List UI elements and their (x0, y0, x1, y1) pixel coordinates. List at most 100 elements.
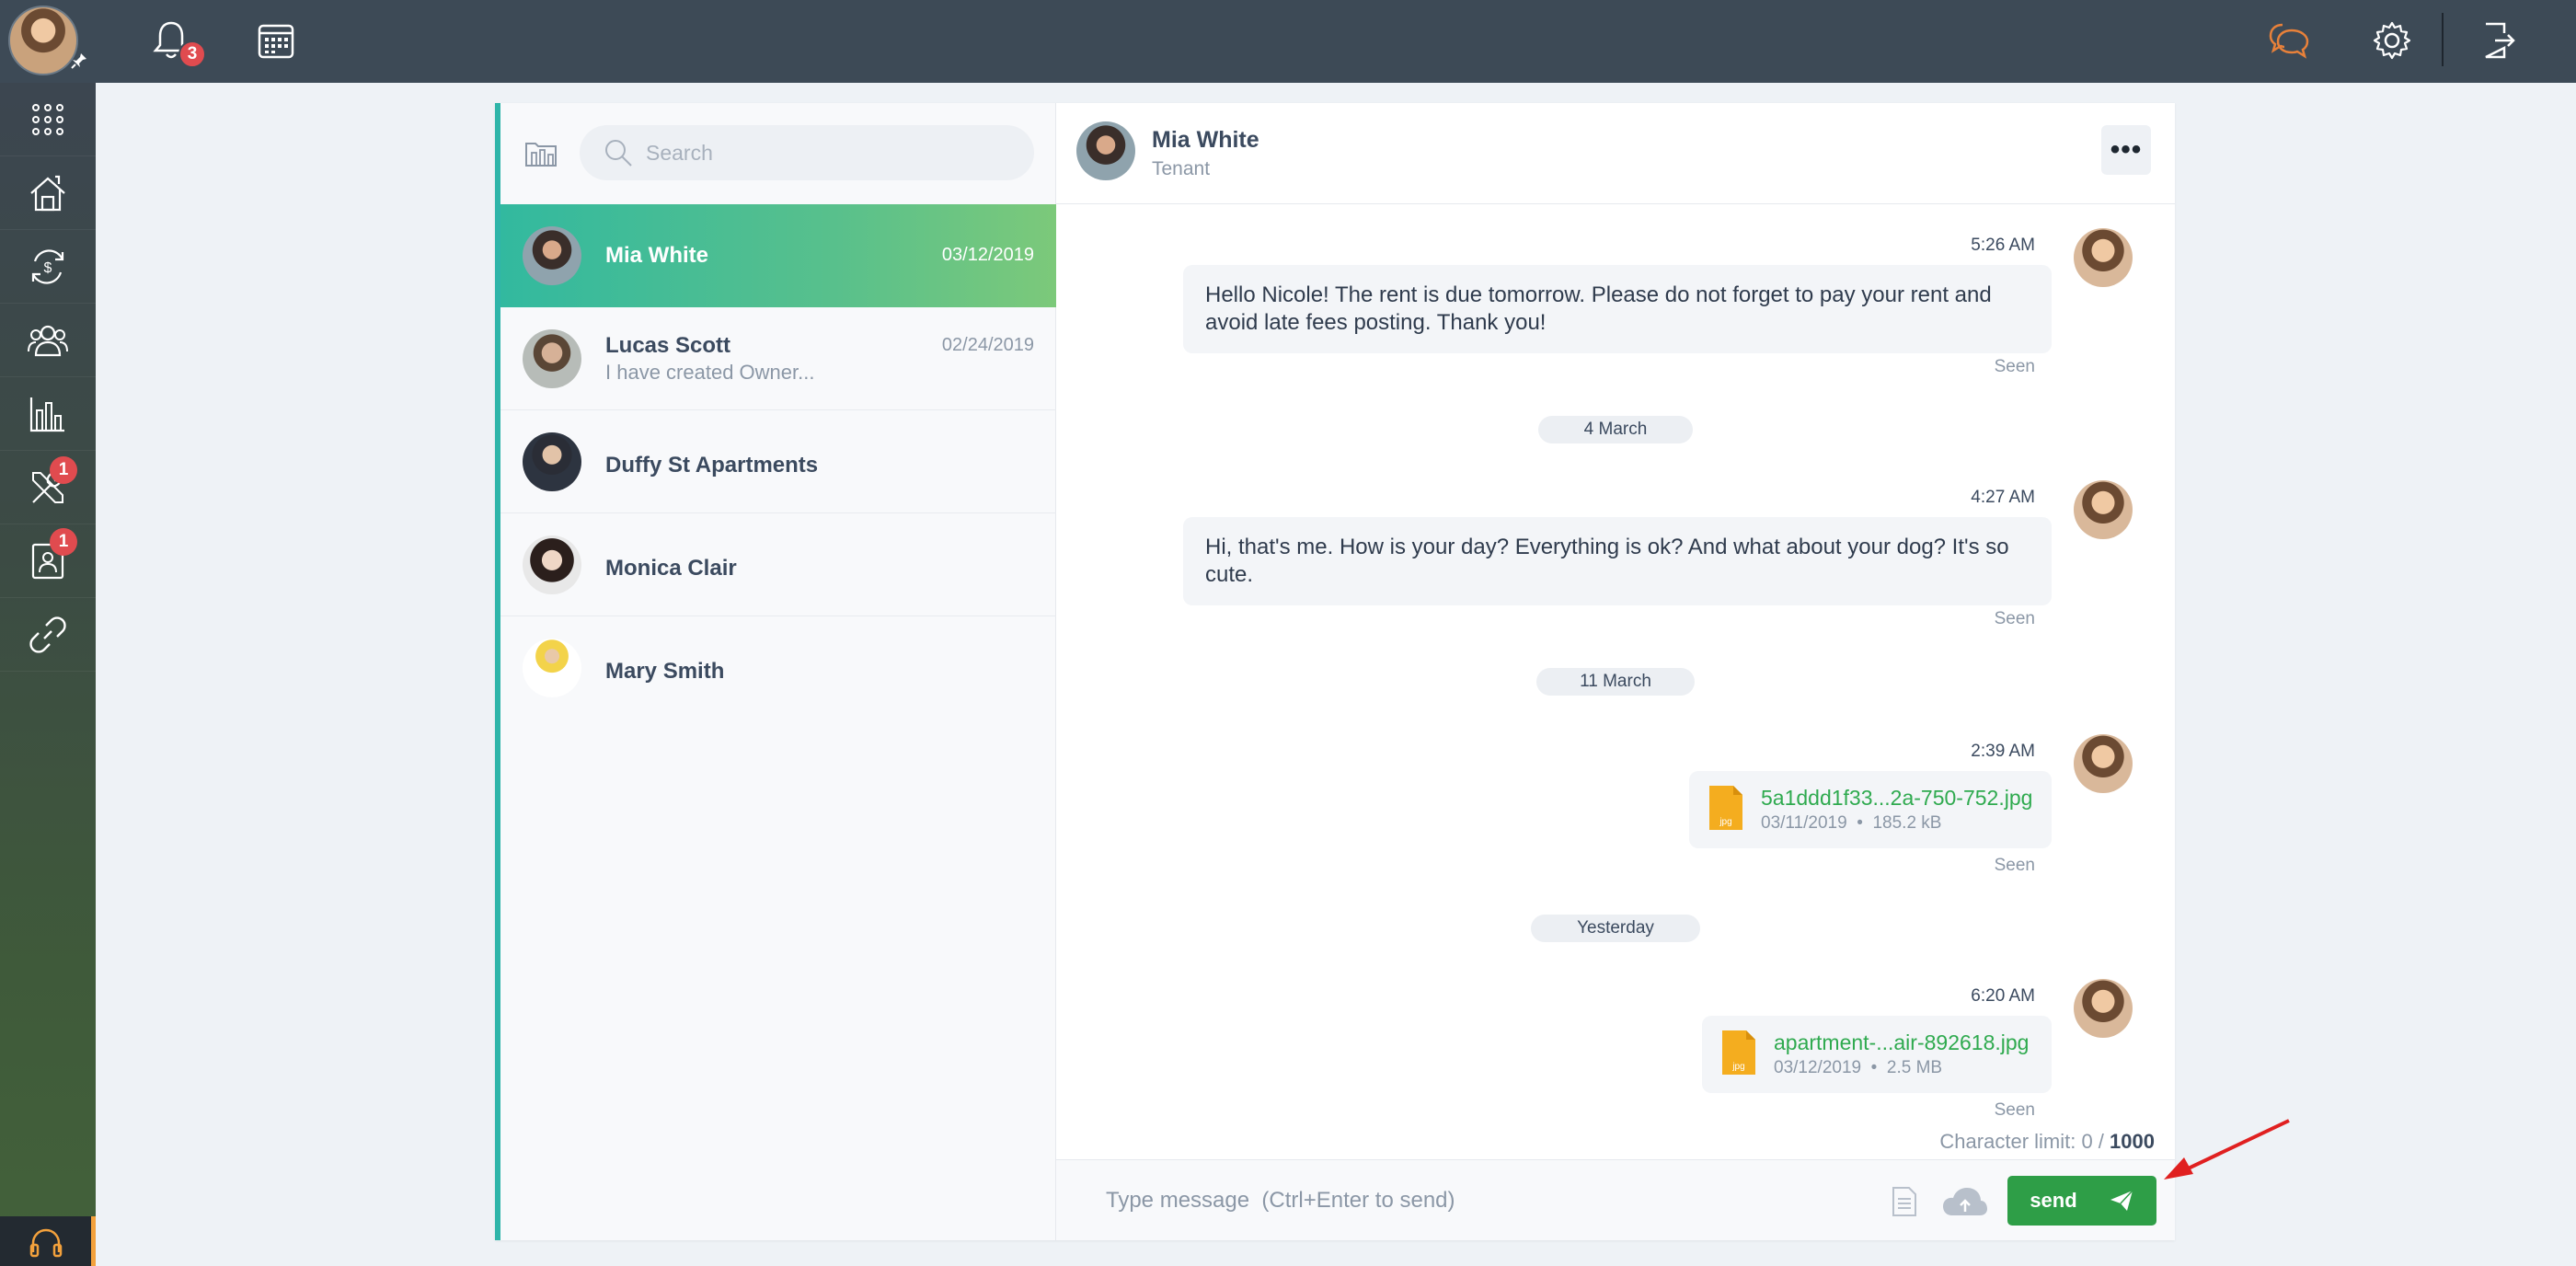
sidebar-item-reports[interactable] (0, 377, 96, 451)
file-extension: jpg (1731, 1062, 1744, 1072)
conversation-name: Lucas Scott (605, 333, 731, 358)
contact-role: Tenant (1152, 158, 1211, 179)
search-input[interactable] (646, 140, 1014, 166)
contact-name: Mia White (1152, 127, 1259, 153)
send-button[interactable]: send (2007, 1176, 2156, 1226)
conversation-name: Mia White (605, 243, 708, 268)
file-name[interactable]: 5a1ddd1f33...2a-750-752.jpg (1761, 786, 2032, 811)
sender-avatar (2074, 734, 2133, 793)
folder-icon (525, 143, 557, 167)
gear-icon (2373, 21, 2411, 60)
conversation-date: 03/12/2019 (941, 245, 1034, 265)
file-size: 2.5 MB (1886, 1058, 1943, 1077)
chat-header: Mia White Tenant ••• (1056, 103, 2175, 204)
contact-avatar (1076, 121, 1135, 180)
date-divider: Yesterday (1531, 915, 1700, 942)
conversation-list-header (500, 103, 1056, 204)
file-meta: 03/12/2019 • 2.5 MB (1774, 1058, 1943, 1077)
notification-count-badge: 3 (178, 40, 206, 68)
image-file-icon: jpg (1709, 786, 1742, 830)
message-time: 5:26 AM (1971, 236, 2035, 255)
more-icon: ••• (2110, 134, 2143, 165)
left-sidebar: $ 1 1 (0, 83, 96, 1266)
accounting-icon: $ (31, 248, 64, 284)
file-size: 185.2 kB (1872, 813, 1942, 833)
sender-avatar (2074, 480, 2133, 539)
avatar (523, 226, 581, 285)
search-box (580, 125, 1034, 180)
sender-avatar (2074, 979, 2133, 1038)
pin-icon[interactable] (70, 52, 88, 75)
conversation-item[interactable]: Mia White 03/12/2019 (500, 204, 1056, 307)
chat-icon (2269, 23, 2309, 59)
maintenance-badge: 1 (50, 456, 77, 484)
conversation-item[interactable]: Monica Clair (500, 513, 1056, 616)
topbar-divider (2442, 13, 2444, 66)
properties-icon (30, 175, 65, 211)
conversation-item[interactable]: Duffy St Apartments (500, 410, 1056, 513)
more-options-button[interactable]: ••• (2101, 125, 2151, 175)
message-status: Seen (1994, 357, 2035, 376)
message-bubble: Hello Nicole! The rent is due tomorrow. … (1183, 265, 2052, 353)
calendar-button[interactable] (252, 17, 300, 64)
date-divider: 4 March (1538, 416, 1693, 443)
file-attachment[interactable]: jpg apartment-...air-892618.jpg 03/12/20… (1702, 1016, 2052, 1093)
message-bubble: Hi, that's me. How is your day? Everythi… (1183, 517, 2052, 605)
avatar (523, 432, 581, 491)
conversation-list: Mia White 03/12/2019 Lucas Scott 02/24/2… (500, 103, 1056, 1240)
file-attachment[interactable]: jpg 5a1ddd1f33...2a-750-752.jpg 03/11/20… (1689, 771, 2052, 848)
message-status: Seen (1994, 609, 2035, 628)
reports-icon (29, 397, 64, 432)
character-limit: Character limit: 0 / 1000 (1056, 1130, 2155, 1154)
avatar (523, 535, 581, 594)
headset-icon (29, 1228, 62, 1258)
link-icon (29, 616, 66, 653)
file-date: 03/11/2019 (1761, 813, 1847, 833)
logout-button[interactable] (2475, 17, 2523, 64)
notifications-button[interactable]: 3 (147, 17, 206, 68)
sidebar-item-accounting[interactable]: $ (0, 230, 96, 304)
message-status: Seen (1994, 1100, 2035, 1120)
user-avatar[interactable] (8, 6, 78, 75)
document-icon (1892, 1187, 1916, 1216)
date-divider: 11 March (1536, 668, 1695, 696)
sidebar-item-people[interactable] (0, 304, 96, 377)
sender-avatar (2074, 228, 2133, 287)
file-date: 03/12/2019 (1774, 1058, 1862, 1077)
sidebar-item-applications[interactable]: 1 (0, 524, 96, 598)
apps-grid-icon (32, 103, 63, 135)
logout-icon (2485, 22, 2515, 59)
settings-button[interactable] (2368, 17, 2416, 64)
character-limit-label: Character limit: 0 / (1939, 1130, 2104, 1153)
file-meta: 03/11/2019 • 185.2 kB (1761, 813, 1942, 833)
upload-button[interactable] (1941, 1186, 1989, 1222)
calendar-icon (258, 24, 294, 59)
message-thread: 5:26 AM Hello Nicole! The rent is due to… (1056, 204, 2175, 1161)
message-input[interactable] (1106, 1180, 1897, 1221)
message-time: 6:20 AM (1971, 986, 2035, 1006)
conversation-list-accent (495, 103, 500, 1240)
conversation-date: 02/24/2019 (941, 335, 1034, 355)
file-name[interactable]: apartment-...air-892618.jpg (1774, 1030, 2029, 1055)
send-label: send (2030, 1189, 2077, 1212)
svg-text:$: $ (44, 260, 52, 276)
conversation-name: Monica Clair (605, 556, 737, 581)
people-icon (28, 325, 68, 356)
message-time: 2:39 AM (1971, 742, 2035, 761)
sidebar-item-maintenance[interactable]: 1 (0, 451, 96, 524)
folder-button[interactable] (524, 138, 558, 172)
conversation-item[interactable]: Mary Smith (500, 616, 1056, 719)
messages-button[interactable] (2265, 17, 2313, 64)
avatar (523, 329, 581, 388)
attach-document-button[interactable] (1892, 1186, 1917, 1222)
top-bar: 3 (0, 0, 2576, 83)
sidebar-item-properties[interactable] (0, 156, 96, 230)
sidebar-item-apps[interactable] (0, 83, 96, 156)
conversation-item[interactable]: Lucas Scott 02/24/2019 I have created Ow… (500, 307, 1056, 410)
sidebar-item-links[interactable] (0, 598, 96, 672)
avatar (523, 639, 581, 697)
support-button[interactable] (0, 1216, 96, 1266)
applications-badge: 1 (50, 528, 77, 556)
conversation-preview: I have created Owner... (605, 361, 815, 384)
message-time: 4:27 AM (1971, 488, 2035, 507)
